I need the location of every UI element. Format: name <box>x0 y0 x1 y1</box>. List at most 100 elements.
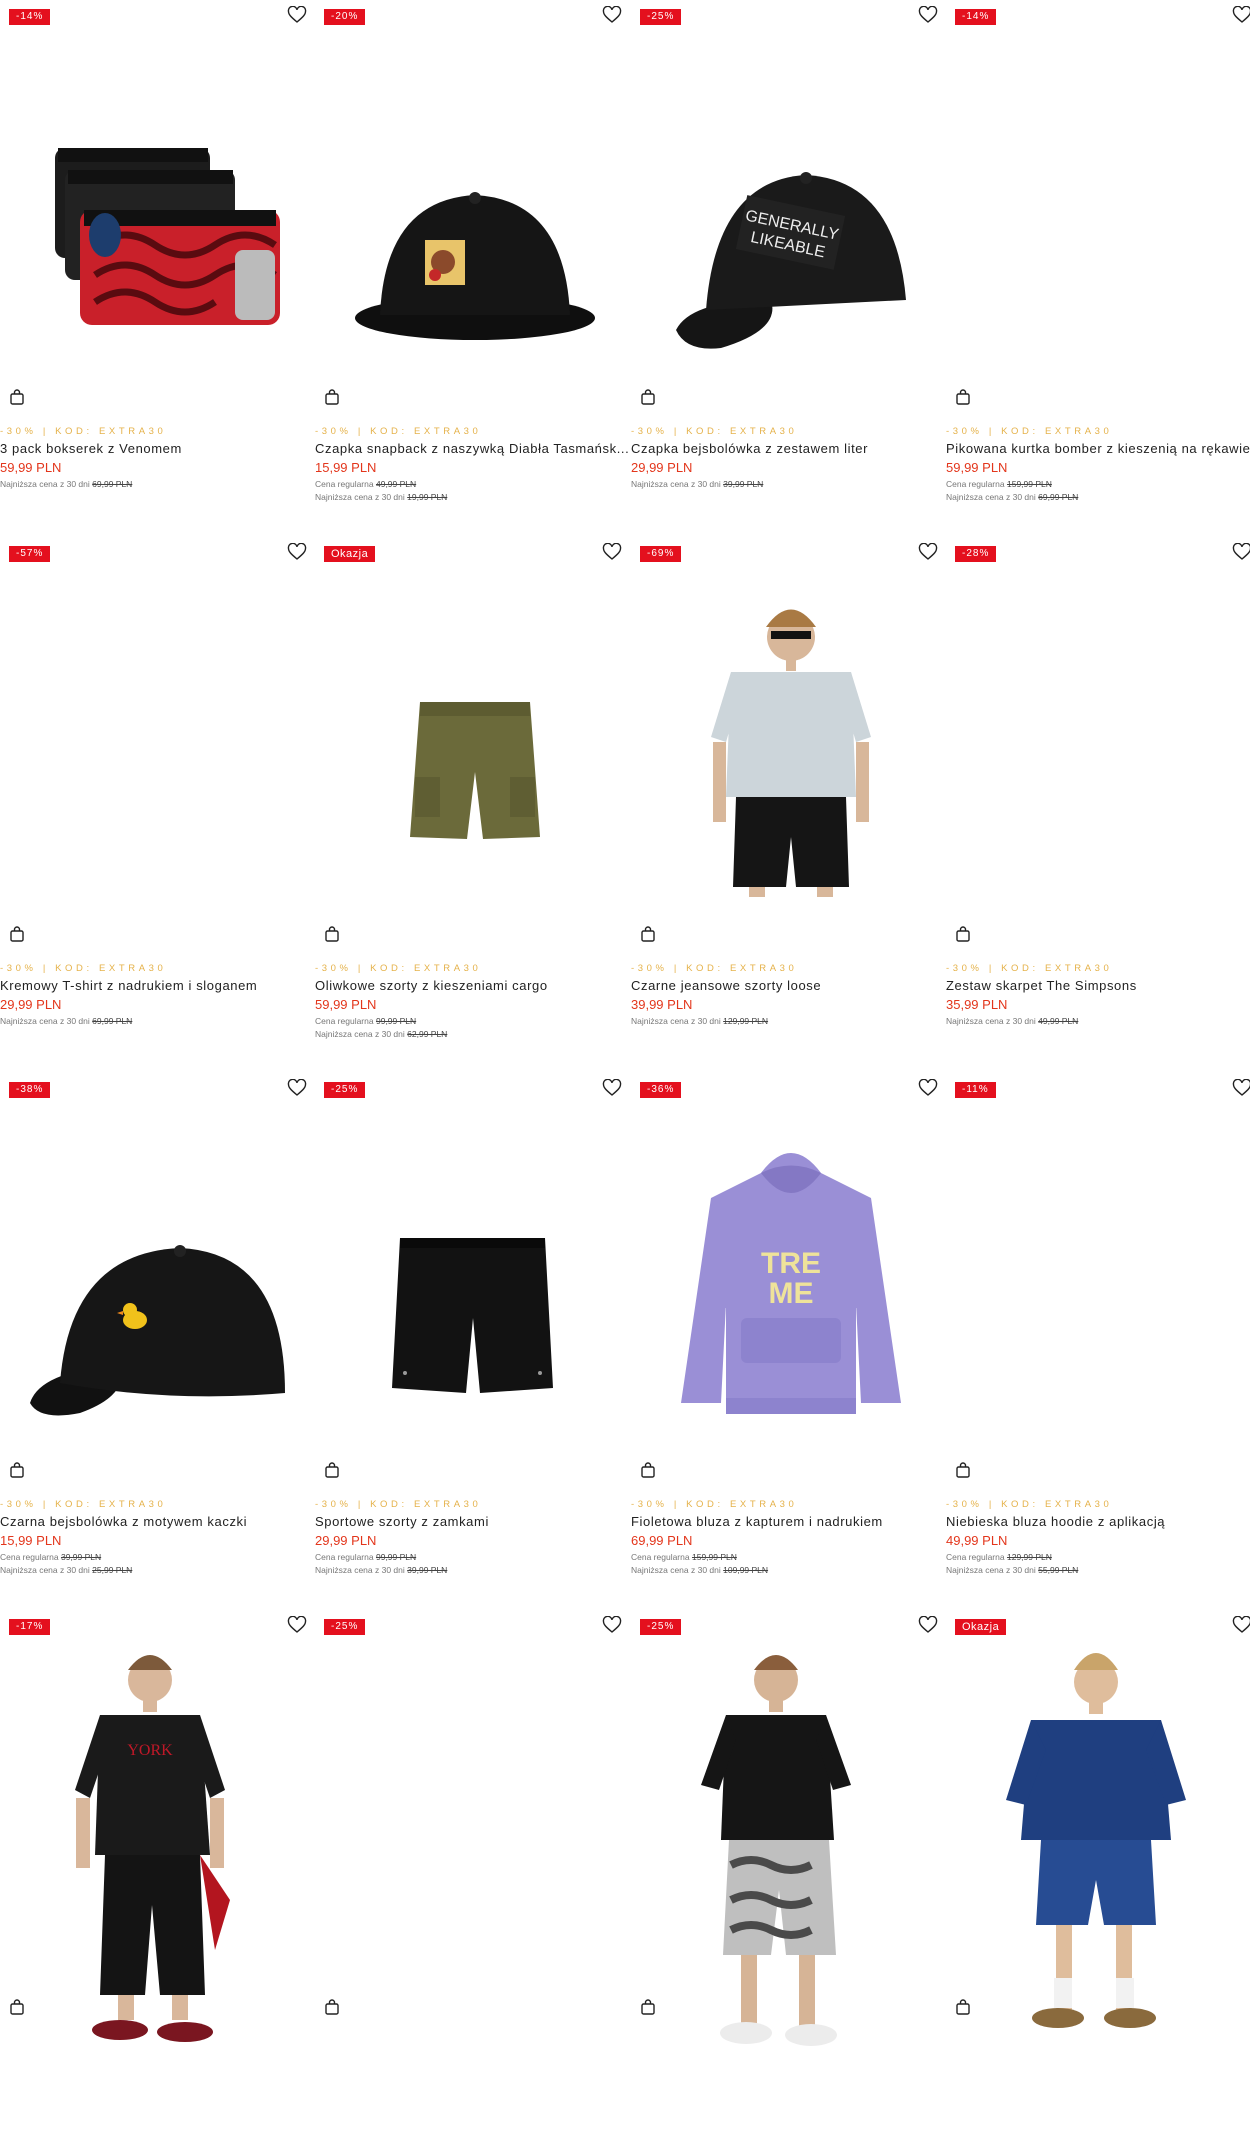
product-image[interactable] <box>315 1103 630 1433</box>
lowest-price: 49,99 PLN <box>1038 1016 1079 1026</box>
product-image[interactable]: GENERALLY LIKEABLE <box>631 30 946 360</box>
add-to-cart-icon[interactable] <box>954 1998 972 2016</box>
product-title[interactable]: Czapka snapback z naszywką Diabła Tasmań… <box>315 441 630 456</box>
product-title[interactable]: Fioletowa bluza z kapturem i nadrukiem <box>631 1514 946 1529</box>
product-card[interactable]: Okazja -30% | KOD: EXTRA30 Oliwkowe szort… <box>315 537 630 1074</box>
product-image[interactable]: YORK <box>0 1640 315 2060</box>
promo-code: -30% | KOD: EXTRA30 <box>946 963 1113 974</box>
heart-icon[interactable] <box>287 1615 307 1634</box>
discount-badge: Okazja <box>955 1619 1007 1635</box>
heart-icon[interactable] <box>287 1078 307 1097</box>
heart-icon[interactable] <box>602 1615 622 1634</box>
heart-icon[interactable] <box>918 5 938 24</box>
add-to-cart-icon[interactable] <box>323 1998 341 2016</box>
price-history: Najniższa cena z 30 dni 69,99 PLN <box>0 1015 132 1028</box>
add-to-cart-icon[interactable] <box>323 388 341 406</box>
product-card[interactable]: -36% TRE ME -30% | KOD: EXTRA30 Fioletowa… <box>631 1073 946 1610</box>
promo-code: -30% | KOD: EXTRA30 <box>946 1499 1113 1510</box>
product-image[interactable] <box>631 1640 946 2060</box>
add-to-cart-icon[interactable] <box>8 925 26 943</box>
heart-icon[interactable] <box>602 542 622 561</box>
product-title[interactable]: Zestaw skarpet The Simpsons <box>946 978 1250 993</box>
heart-icon[interactable] <box>1232 5 1250 24</box>
product-image[interactable] <box>0 1103 315 1433</box>
product-image[interactable] <box>946 1640 1250 2060</box>
product-price: 15,99 PLN <box>0 1533 62 1548</box>
product-title[interactable]: Czarna bejsbolówka z motywem kaczki <box>0 1514 315 1529</box>
product-card[interactable]: -57% -30% | KOD: EXTRA30 Kremowy T-shirt z… <box>0 537 315 1074</box>
product-card[interactable]: -25% GENERALLY LIKEABLE -30% | KOD: EXTRA… <box>631 0 946 537</box>
product-card[interactable]: -25% <box>631 1610 946 2147</box>
product-title[interactable]: Sportowe szorty z zamkami <box>315 1514 630 1529</box>
lowest-price-label: Najniższa cena z 30 dni <box>946 1564 1036 1575</box>
product-image[interactable] <box>946 30 1250 360</box>
product-image[interactable] <box>0 30 315 360</box>
product-image[interactable] <box>315 30 630 360</box>
product-card[interactable]: -28% -30% | KOD: EXTRA30 Zestaw skarpet Th… <box>946 537 1250 1074</box>
promo-code: -30% | KOD: EXTRA30 <box>0 426 167 437</box>
product-title[interactable]: 3 pack bokserek z Venomem <box>0 441 315 456</box>
lowest-price-label: Najniższa cena z 30 dni <box>631 1564 721 1575</box>
add-to-cart-icon[interactable] <box>8 388 26 406</box>
product-image[interactable] <box>946 567 1250 897</box>
lowest-price: 62,99 PLN <box>407 1028 448 1039</box>
product-image[interactable] <box>315 567 630 897</box>
add-to-cart-icon[interactable] <box>323 1461 341 1479</box>
add-to-cart-icon[interactable] <box>639 1998 657 2016</box>
product-image[interactable] <box>0 567 315 897</box>
add-to-cart-icon[interactable] <box>954 925 972 943</box>
add-to-cart-icon[interactable] <box>954 388 972 406</box>
heart-icon[interactable] <box>602 5 622 24</box>
heart-icon[interactable] <box>1232 1615 1250 1634</box>
heart-icon[interactable] <box>918 1078 938 1097</box>
add-to-cart-icon[interactable] <box>8 1461 26 1479</box>
lowest-price: 129,99 PLN <box>723 1016 769 1026</box>
product-image[interactable] <box>631 567 946 979</box>
heart-icon[interactable] <box>1232 1078 1250 1097</box>
regular-price-label: Cena regularna <box>0 1552 59 1562</box>
discount-badge: -36% <box>640 1082 682 1098</box>
add-to-cart-icon[interactable] <box>8 1998 26 2016</box>
product-title[interactable]: Niebieska bluza hoodie z aplikacją <box>946 1514 1250 1529</box>
regular-price-label: Cena regularna <box>631 1552 690 1562</box>
add-to-cart-icon[interactable] <box>323 925 341 943</box>
heart-icon[interactable] <box>287 5 307 24</box>
heart-icon[interactable] <box>287 542 307 561</box>
product-card[interactable]: -20% -30% | KOD: EXTRA30 Czapka snapback … <box>315 0 630 537</box>
add-to-cart-icon[interactable] <box>639 925 657 943</box>
discount-badge: Okazja <box>324 546 376 562</box>
product-title[interactable]: Oliwkowe szorty z kieszeniami cargo <box>315 978 630 993</box>
regular-price-label: Cena regularna <box>315 1016 374 1026</box>
add-to-cart-icon[interactable] <box>639 1461 657 1479</box>
product-image[interactable] <box>946 1103 1250 1433</box>
product-card[interactable]: -14% -30% | KOD: EXTRA30 Pikowana kurtka b… <box>946 0 1250 537</box>
product-title[interactable]: Czarne jeansowe szorty loose <box>631 978 946 993</box>
discount-badge: -28% <box>955 546 997 562</box>
regular-price: 39,99 PLN <box>60 1552 102 1562</box>
product-title[interactable]: Pikowana kurtka bomber z kieszenią na rę… <box>946 441 1250 456</box>
heart-icon[interactable] <box>1232 542 1250 561</box>
product-card[interactable]: -11% -30% | KOD: EXTRA30 Niebieska bluza h… <box>946 1073 1250 1610</box>
price-history: Cena regularna 39,99 PLN Najniższa cena z… <box>0 1551 132 1576</box>
promo-code: -30% | KOD: EXTRA30 <box>946 426 1113 437</box>
product-card[interactable]: Okazja <box>946 1610 1250 2147</box>
product-title[interactable]: Czapka bejsbolówka z zestawem liter <box>631 441 946 456</box>
product-card[interactable]: -17% YORK <box>0 1610 315 2147</box>
regular-price: 159,99 PLN <box>691 1552 737 1562</box>
promo-code: -30% | KOD: EXTRA30 <box>315 1499 482 1510</box>
product-card[interactable]: -14% -30% | KOD: EXTRA30 3 pack bokserek … <box>0 0 315 537</box>
heart-icon[interactable] <box>918 542 938 561</box>
add-to-cart-icon[interactable] <box>954 1461 972 1479</box>
lowest-price-label: Najniższa cena z 30 dni <box>631 1016 721 1026</box>
product-image[interactable] <box>315 1640 630 2060</box>
heart-icon[interactable] <box>918 1615 938 1634</box>
product-card[interactable]: -69% -30% | KOD: EXTRA30 Czarne jeansowe … <box>631 537 946 1074</box>
product-card[interactable]: -25% -30% | KOD: EXTRA30 Sportowe szorty … <box>315 1073 630 1610</box>
regular-price: 159,99 PLN <box>1006 479 1052 489</box>
add-to-cart-icon[interactable] <box>639 388 657 406</box>
product-card[interactable]: -38% -30% | KOD: EXTRA30 Czarna bejsbolów… <box>0 1073 315 1610</box>
product-title[interactable]: Kremowy T-shirt z nadrukiem i sloganem <box>0 978 315 993</box>
product-image[interactable]: TRE ME <box>631 1103 946 1433</box>
product-card[interactable]: -25% <box>315 1610 630 2147</box>
heart-icon[interactable] <box>602 1078 622 1097</box>
